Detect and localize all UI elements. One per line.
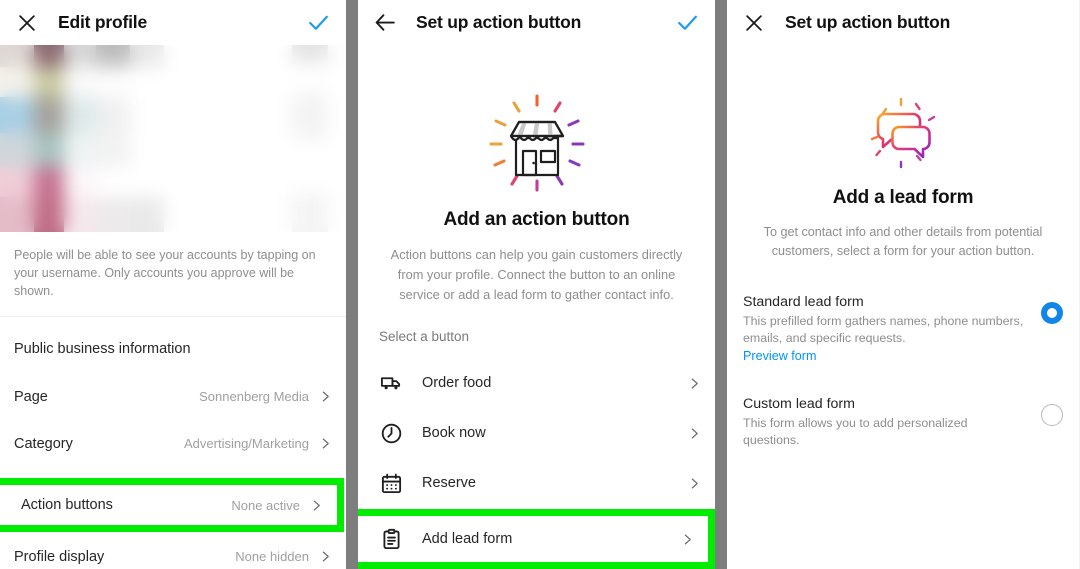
option-title: Custom lead form: [743, 396, 855, 412]
action-item-reserve[interactable]: Reserve: [358, 458, 715, 508]
option-standard-lead-form[interactable]: Standard lead form This prefilled form g…: [727, 294, 1079, 365]
panel3-header: Set up action button: [727, 0, 1079, 45]
chevron-right-icon: [688, 427, 701, 440]
page-title: Edit profile: [58, 12, 147, 32]
panel-set-up-action-button: Set up action button Add an action butto…: [358, 0, 715, 569]
panel-add-lead-form: Set up action button Add a lead form To …: [727, 0, 1079, 569]
panel1-header: Edit profile: [0, 0, 346, 45]
chevron-right-icon: [688, 377, 701, 390]
page-title: Set up action button: [416, 12, 582, 32]
option-description: This prefilled form gathers names, phone…: [743, 314, 1024, 345]
close-icon[interactable]: [741, 10, 767, 36]
action-item-label: Order food: [422, 375, 492, 391]
option-custom-lead-form[interactable]: Custom lead form This form allows you to…: [727, 396, 1079, 448]
row-page[interactable]: Page Sonnenberg Media: [0, 373, 346, 420]
radio-custom-lead-form[interactable]: [1041, 404, 1063, 426]
hero-title: Add an action button: [443, 209, 630, 230]
check-icon[interactable]: [304, 9, 332, 37]
delivery-truck-icon: [379, 371, 403, 395]
check-icon[interactable]: [673, 9, 701, 37]
radio-standard-lead-form[interactable]: [1041, 302, 1063, 324]
hero-title: Add a lead form: [832, 187, 974, 208]
speech-bubbles-icon: [727, 93, 1079, 173]
row-category-label: Category: [14, 435, 73, 452]
chevron-right-icon: [681, 533, 694, 546]
clock-icon: [379, 421, 403, 445]
option-text: Standard lead form This prefilled form g…: [743, 294, 1027, 365]
chevron-right-icon: [310, 499, 323, 512]
action-item-book-now[interactable]: Book now: [358, 408, 715, 458]
row-category[interactable]: Category Advertising/Marketing: [0, 420, 346, 467]
preview-form-link[interactable]: Preview form: [743, 349, 816, 363]
chevron-right-icon: [319, 390, 332, 403]
row-action-buttons-value: None active: [231, 497, 300, 513]
chevron-right-icon: [688, 477, 701, 490]
accounts-helper-text: People will be able to see your accounts…: [14, 248, 316, 298]
select-a-button-heading: Select a button: [379, 329, 470, 344]
page-title: Set up action button: [785, 12, 951, 32]
public-business-information-heading: Public business information: [14, 341, 191, 357]
action-item-label: Book now: [422, 425, 486, 441]
option-text: Custom lead form This form allows you to…: [743, 396, 1027, 448]
panel-edit-profile: Edit profile People will be able to see …: [0, 0, 346, 569]
arrow-left-icon[interactable]: [372, 10, 398, 36]
row-profile-display-label: Profile display: [14, 548, 105, 565]
panel2-hero: Add an action button Action buttons can …: [358, 45, 715, 305]
action-item-label: Add lead form: [422, 531, 513, 547]
highlight-box-action-buttons: Action buttons None active: [0, 478, 344, 532]
panel-divider-2: [715, 0, 727, 569]
row-action-buttons-label: Action buttons: [21, 497, 113, 513]
hero-description: To get contact info and other details fr…: [763, 225, 1043, 258]
clipboard-icon: [379, 527, 403, 551]
chevron-right-icon: [319, 550, 332, 563]
panel2-header: Set up action button: [358, 0, 715, 45]
option-title: Standard lead form: [743, 294, 864, 310]
chevron-right-icon: [319, 437, 332, 450]
hero-description: Action buttons can help you gain custome…: [390, 247, 683, 302]
row-profile-display[interactable]: Profile display None hidden: [0, 533, 346, 569]
calendar-icon: [379, 471, 403, 495]
panel3-hero: Add a lead form To get contact info and …: [727, 45, 1079, 261]
row-category-value: Advertising/Marketing: [184, 436, 309, 451]
action-item-add-lead-form[interactable]: Add lead form: [358, 516, 708, 562]
three-panel-screenshot: Edit profile People will be able to see …: [0, 0, 1080, 569]
row-action-buttons[interactable]: Action buttons None active: [0, 485, 337, 525]
row-page-label: Page: [14, 388, 48, 405]
storefront-icon: [358, 90, 715, 195]
close-icon[interactable]: [14, 10, 40, 36]
action-item-order-food[interactable]: Order food: [358, 358, 715, 408]
row-page-value: Sonnenberg Media: [199, 389, 309, 404]
highlight-box-add-lead-form: Add lead form: [358, 509, 715, 569]
option-description: This form allows you to add personalized…: [743, 416, 968, 447]
panel-divider-1: [346, 0, 358, 569]
action-item-label: Reserve: [422, 475, 476, 491]
row-profile-display-value: None hidden: [235, 549, 309, 564]
blurred-profile-preview: [0, 45, 346, 232]
